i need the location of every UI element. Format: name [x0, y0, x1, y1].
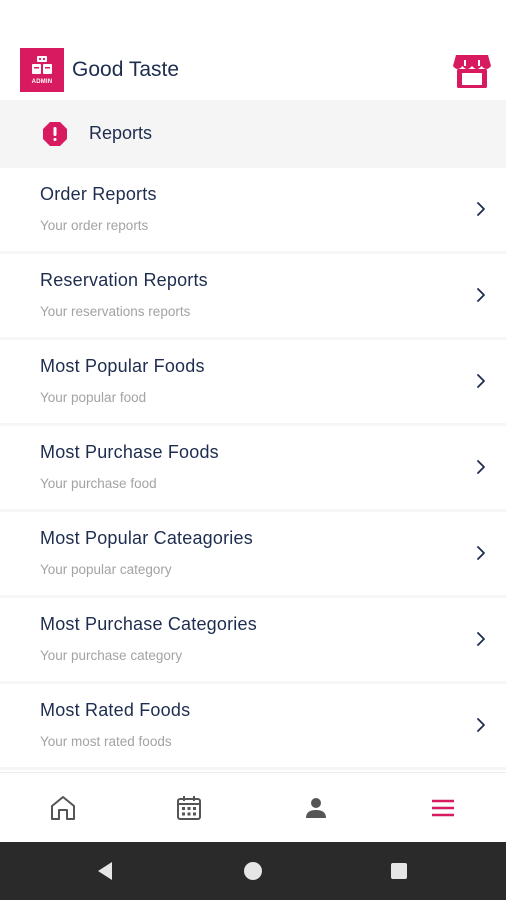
chevron-right-icon	[477, 202, 485, 216]
list-item-title: Most Popular Cateagories	[40, 528, 253, 548]
store-icon	[453, 55, 491, 88]
list-item[interactable]: Order Reports Your order reports	[0, 168, 506, 254]
list-item-subtitle: Your popular food	[40, 390, 147, 405]
logo-text: ADMIN	[31, 79, 53, 85]
system-home-button[interactable]	[236, 854, 270, 888]
list-item-subtitle: Your most rated foods	[40, 734, 172, 749]
reports-section-header	[0, 100, 506, 168]
chevron-right-icon	[477, 374, 485, 388]
admin-logo-icon: ADMIN	[20, 48, 64, 92]
list-item-subtitle: Your purchase category	[40, 648, 183, 663]
list-item-title: Most Popular Foods	[40, 356, 205, 376]
list-item-title: Reservation Reports	[40, 270, 208, 290]
menu-icon	[432, 799, 454, 817]
list-item[interactable]: Most Purchase Foods Your purchase food	[0, 426, 506, 512]
list-item-subtitle: Your order reports	[40, 218, 149, 233]
list-item-title: Most Rated Foods	[40, 700, 191, 720]
list-item[interactable]: Most Popular Cateagories Your popular ca…	[0, 512, 506, 598]
system-back-button[interactable]	[88, 854, 122, 888]
list-item-subtitle: Your popular category	[40, 562, 172, 577]
nav-calendar-button[interactable]	[126, 773, 252, 843]
app-title: Good Taste	[72, 58, 180, 81]
app-header: ADMIN Good Taste	[0, 0, 506, 100]
chevron-right-icon	[477, 546, 485, 560]
back-icon	[98, 862, 112, 880]
chevron-right-icon	[477, 632, 485, 646]
list-item-title: Order Reports	[40, 184, 157, 204]
chevron-right-icon	[477, 288, 485, 302]
list-item-title: Most Purchase Categories	[40, 614, 257, 634]
list-item[interactable]: Reservation Reports Your reservations re…	[0, 254, 506, 340]
list-item[interactable]: Most Rated Foods Your most rated foods	[0, 684, 506, 770]
chevron-right-icon	[477, 460, 485, 474]
list-item-subtitle: Your reservations reports	[40, 304, 191, 319]
list-item[interactable]: Most Purchase Categories Your purchase c…	[0, 598, 506, 684]
store-button[interactable]	[452, 52, 494, 92]
alert-icon	[43, 122, 67, 146]
nav-profile-button[interactable]	[253, 773, 379, 843]
list-item[interactable]: Most Popular Foods Your popular food	[0, 340, 506, 426]
recents-icon	[391, 863, 407, 879]
nav-home-button[interactable]	[0, 773, 126, 843]
profile-icon	[306, 798, 326, 818]
bottom-navigation	[0, 772, 506, 842]
reports-list: Order Reports Your order reports Reserva…	[0, 168, 506, 770]
system-navigation-bar	[0, 842, 506, 900]
list-item-subtitle: Your purchase food	[40, 476, 157, 491]
chevron-right-icon	[477, 718, 485, 732]
home-icon	[51, 796, 75, 820]
system-recents-button[interactable]	[382, 854, 416, 888]
section-title: Reports	[89, 123, 153, 143]
nav-menu-button[interactable]	[380, 773, 506, 843]
home-circle-icon	[244, 862, 262, 880]
list-item-title: Most Purchase Foods	[40, 442, 219, 462]
calendar-icon	[177, 796, 201, 820]
